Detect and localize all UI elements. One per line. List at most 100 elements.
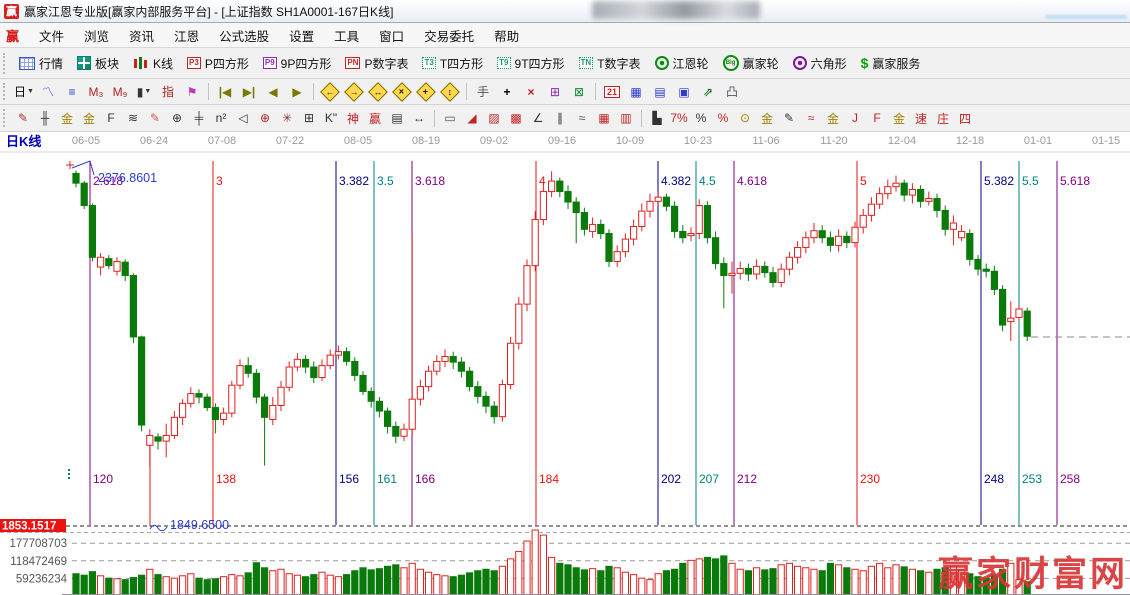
ying-tool-icon[interactable]: 赢 [365,108,386,129]
spider-web-icon[interactable]: ⊞ [299,108,320,129]
angle-line-icon[interactable]: ∠ [528,108,549,129]
calendar-icon[interactable]: 21 [601,82,623,102]
9t-square-button[interactable]: T9 9T四方形 [490,50,571,76]
j-line-icon[interactable]: J [845,108,866,129]
notepad-icon[interactable]: ▤ [649,82,671,102]
star-web-icon[interactable]: ✳ [277,108,298,129]
9p-square-button[interactable]: P9 9P四方形 [256,50,338,76]
menu-item-0[interactable]: 文件 [29,24,74,47]
grid-fill-icon[interactable]: ▦ [594,108,615,129]
pan-right-button[interactable]: → [343,81,365,102]
target-icon[interactable]: ⊕ [255,108,276,129]
angle-mirror-icon[interactable]: ◁ [233,108,254,129]
measure-pencil-icon[interactable]: ✎ [145,108,166,129]
gold-circle-icon[interactable]: ⊙ [735,108,756,129]
speed-line-icon[interactable]: 速 [911,108,932,129]
k-mark-icon[interactable]: K" [321,108,342,129]
menu-item-6[interactable]: 工具 [324,24,369,47]
erase-tool-button[interactable]: × [520,82,542,102]
box-fan-icon[interactable]: ▭ [440,108,461,129]
zoom-in-button[interactable]: + [415,81,437,102]
trend-chart-icon[interactable]: 〽 [37,82,59,102]
prev-button[interactable]: ◀ [262,82,284,102]
zoom-out-button[interactable]: × [391,81,413,102]
first-page-button[interactable]: |◀ [214,82,236,102]
menu-item-5[interactable]: 设置 [279,24,324,47]
winner-wheel-button[interactable]: Big 赢家轮 [716,50,786,76]
circle-cycle-icon[interactable]: ⊕ [167,108,188,129]
menu-item-9[interactable]: 帮助 [484,24,529,47]
fit-all-button[interactable]: ↕ [439,81,461,102]
export-icon[interactable]: ⇗ [697,82,719,102]
menu-item-7[interactable]: 窗口 [369,24,414,47]
grid-cols-icon[interactable]: ▥ [616,108,637,129]
menu-item-4[interactable]: 公式选股 [209,24,279,47]
kline-button[interactable]: K线 [126,50,180,76]
p-table-button[interactable]: PN P数字表 [338,50,415,76]
gold-angle-icon[interactable]: 金 [823,108,844,129]
menu-item-2[interactable]: 资讯 [119,24,164,47]
n-square-icon[interactable]: n² [211,108,232,129]
gold-speed-icon[interactable]: 金 [889,108,910,129]
next-button[interactable]: ▶ [286,82,308,102]
box-net-icon[interactable]: ▩ [506,108,527,129]
ma9-chart-icon[interactable]: M₉ [109,82,131,102]
coil-icon[interactable]: ≋ [123,108,144,129]
toolbar-grip[interactable] [3,52,8,74]
ruler-icon[interactable]: ╪ [189,108,210,129]
hand-tool-button[interactable]: 手 [472,82,494,102]
menu-item-8[interactable]: 交易委托 [414,24,484,47]
box-grid-icon[interactable]: ▨ [484,108,505,129]
toolbar-grip[interactable] [3,82,8,101]
menu-item-1[interactable]: 浏览 [74,24,119,47]
h-zoom-button[interactable]: ↔ [367,81,389,102]
percent-line-icon[interactable]: % [713,108,734,129]
scale-chart-icon[interactable]: ▙ [647,108,668,129]
gold-section-icon[interactable]: 金 [57,108,78,129]
menu-item-3[interactable]: 江恩 [164,24,209,47]
pencil-tool-icon[interactable]: ✎ [13,108,34,129]
shen-tool-icon[interactable]: 神 [343,108,364,129]
hexagon-button[interactable]: 六角形 [786,50,854,76]
toolbar-grip[interactable] [3,108,8,128]
sectors-button[interactable]: 板块 [70,50,126,76]
four-line-icon[interactable]: 四 [955,108,976,129]
pattern-tool-button[interactable]: ⊠ [568,82,590,102]
save-icon[interactable]: ▣ [673,82,695,102]
percent7-icon[interactable]: 7% [669,108,690,129]
percent-icon[interactable]: % [691,108,712,129]
color-chart-icon[interactable]: ⚑ [181,82,203,102]
ma3-chart-icon[interactable]: M₃ [85,82,107,102]
gann-wheel-button[interactable]: 江恩轮 [648,50,716,76]
chart-area[interactable]: 日K线 06-05 06-24 07-08 07-22 08-05 08-19 09-02 09… [0,132,1130,595]
t-table-button[interactable]: TN T数字表 [572,50,648,76]
pan-left-button[interactable]: ← [319,81,341,102]
calculator-icon[interactable]: ▦ [625,82,647,102]
period-daily-button[interactable]: 日 ▼ [13,82,35,102]
indicator-icon[interactable]: 指 [157,82,179,102]
gann-fan-icon[interactable]: ◢ [462,108,483,129]
quotes-button[interactable]: 行情 [12,50,70,76]
banker-line-icon[interactable]: 庄 [933,108,954,129]
gold-section2-icon[interactable]: 金 [79,108,100,129]
zigzag-icon[interactable]: ≈ [572,108,593,129]
parallel-lines-icon[interactable]: ∥ [550,108,571,129]
wave-icon[interactable]: ≈ [801,108,822,129]
candle-style-button[interactable]: ▮ ▼ [133,82,155,102]
winner-service-button[interactable]: $ 赢家服务 [854,50,928,76]
p-square-button[interactable]: P3 P四方形 [180,50,256,76]
gold-line-icon[interactable]: 金 [757,108,778,129]
quote-list-icon[interactable]: ≡ [61,82,83,102]
print-icon[interactable]: 凸 [721,82,743,102]
last-page-button[interactable]: ▶| [238,82,260,102]
t-square-button[interactable]: T3 T四方形 [415,50,490,76]
grid-tool-button[interactable]: ⊞ [544,82,566,102]
ruler123-icon[interactable]: ▤ [387,108,408,129]
toolbar-separator [595,83,596,100]
fib-icon[interactable]: F [101,108,122,129]
gann-grid-icon[interactable]: ╫ [35,108,56,129]
pencil-b-icon[interactable]: ✎ [779,108,800,129]
h-measure-icon[interactable]: ↔ [409,108,430,129]
crosshair-tool-button[interactable]: + [496,82,518,102]
f-line-icon[interactable]: F [867,108,888,129]
